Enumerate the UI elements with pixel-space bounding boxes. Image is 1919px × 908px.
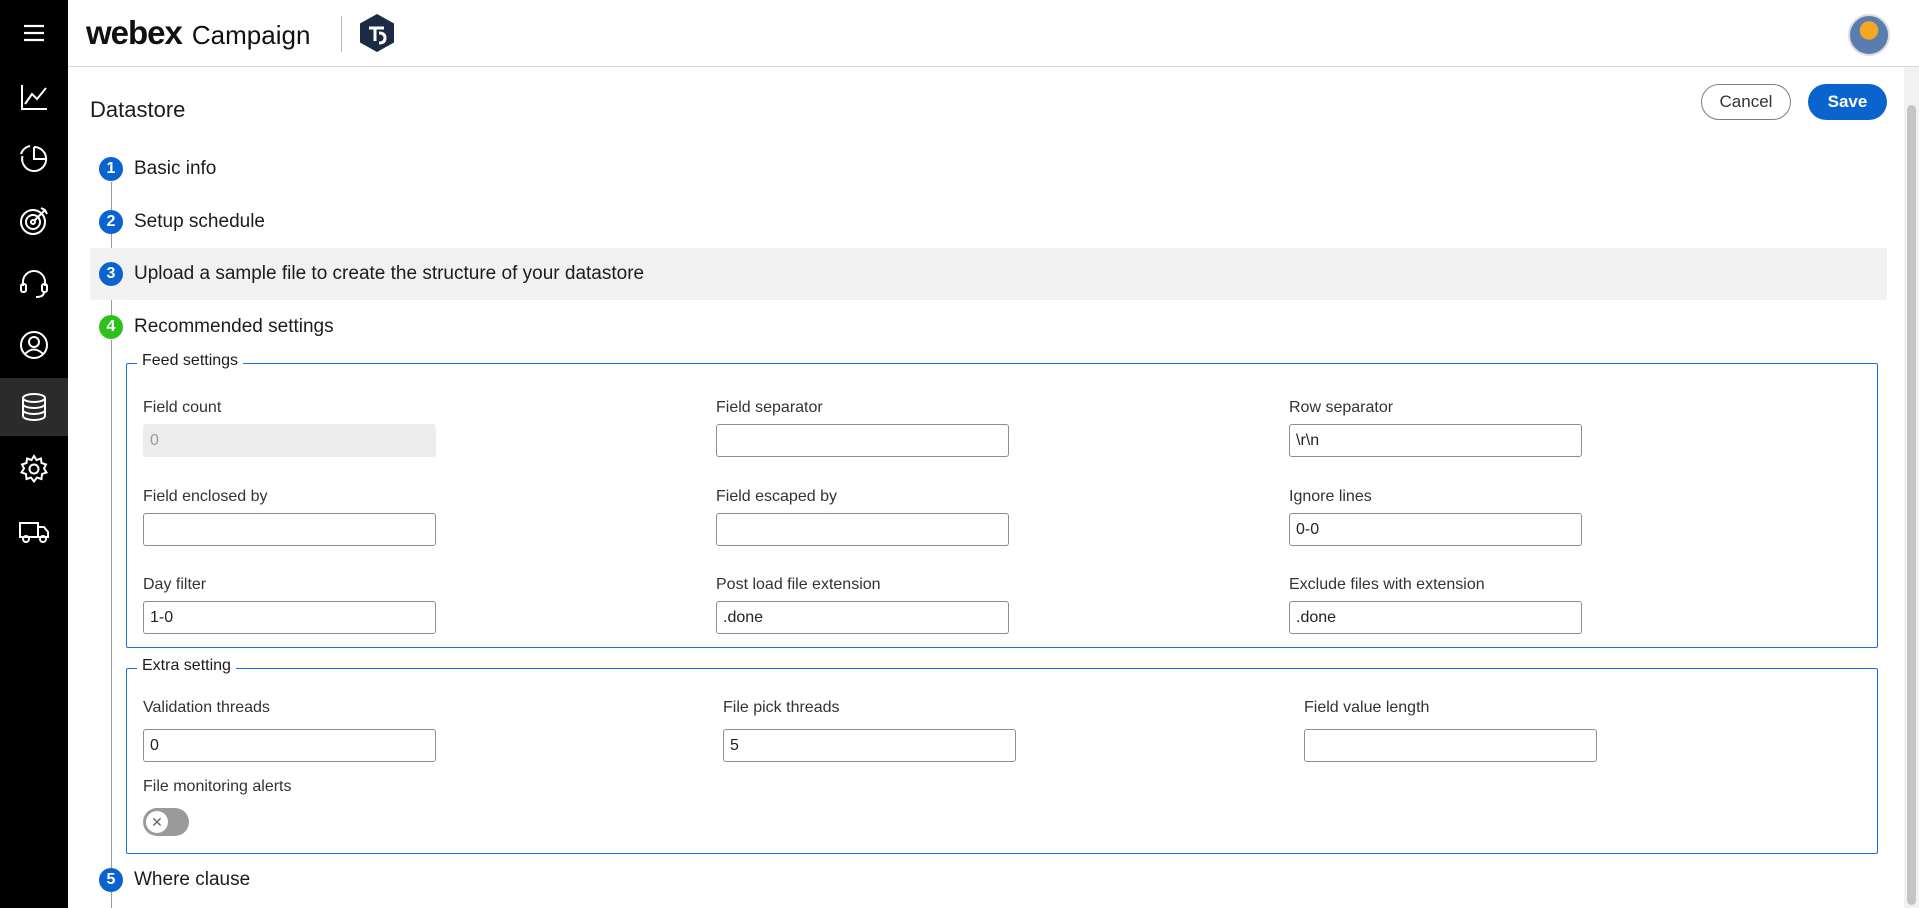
step-basic-info[interactable]: 1 Basic info [90,143,1887,195]
field-separator-input[interactable] [716,424,1009,457]
validation-threads-label: Validation threads [143,699,270,716]
post-load-extension-label: Post load file extension [716,576,881,593]
step-setup-schedule[interactable]: 2 Setup schedule [90,196,1887,248]
top-bar: webex Campaign [68,0,1919,67]
step-label: Basic info [134,158,217,179]
headset-icon[interactable] [0,254,68,312]
field-escaped-by-label: Field escaped by [716,488,837,505]
gear-icon[interactable] [0,440,68,498]
field-value-length-input[interactable] [1304,729,1597,762]
file-pick-threads-input[interactable]: 5 [723,729,1016,762]
post-load-extension-input[interactable]: .done [716,601,1009,634]
day-filter-input[interactable]: 1-0 [143,601,436,634]
step-label: Where clause [134,869,251,890]
step-number: 5 [99,868,123,892]
feed-settings-legend: Feed settings [137,352,244,370]
pie-chart-icon[interactable] [0,130,68,188]
extra-setting-legend: Extra setting [137,657,236,675]
field-separator-label: Field separator [716,399,823,416]
field-enclosed-by-label: Field enclosed by [143,488,268,505]
step-number: 2 [99,210,123,234]
tenant-logo-icon [360,14,394,52]
page-title: Datastore [90,97,186,122]
step-where-clause[interactable]: 5 Where clause [90,854,1887,906]
scrollbar-thumb[interactable] [1907,105,1916,905]
field-value-length-label: Field value length [1304,699,1430,716]
cancel-button[interactable]: Cancel [1701,84,1791,120]
day-filter-label: Day filter [143,576,207,593]
step-label: Recommended settings [134,316,334,337]
ignore-lines-input[interactable]: 0-0 [1289,513,1582,546]
target-icon[interactable] [0,192,68,250]
brand[interactable]: webex Campaign [86,14,310,52]
file-monitoring-alerts-label: File monitoring alerts [143,778,292,795]
main-content: Datastore Cancel Save 1 Basic info 2 Set… [68,67,1904,908]
stepper-connector [111,340,112,908]
field-count-input: 0 [143,424,436,457]
close-icon: ✕ [146,811,168,833]
brand-name: webex [86,14,183,51]
step-label: Setup schedule [134,211,265,232]
brand-divider [341,16,342,52]
exclude-extension-label: Exclude files with extension [1289,576,1485,593]
product-name: Campaign [191,20,311,50]
sidebar [0,0,68,908]
extra-setting-group: Extra setting Validation threads 0 File … [126,657,1878,854]
file-pick-threads-label: File pick threads [723,699,840,716]
truck-icon[interactable] [0,502,68,560]
database-icon[interactable] [0,378,68,436]
field-enclosed-by-input[interactable] [143,513,436,546]
avatar[interactable] [1848,14,1890,56]
step-recommended-settings[interactable]: 4 Recommended settings [90,301,1887,353]
step-label: Upload a sample file to create the struc… [134,263,645,284]
row-separator-label: Row separator [1289,399,1394,416]
feed-settings-group: Feed settings Field count 0 Field separa… [126,352,1878,648]
step-number: 4 [99,315,123,339]
analytics-chart-icon[interactable] [0,68,68,126]
field-escaped-by-input[interactable] [716,513,1009,546]
user-profile-icon[interactable] [0,316,68,374]
ignore-lines-label: Ignore lines [1289,488,1372,505]
validation-threads-input[interactable]: 0 [143,729,436,762]
file-monitoring-alerts-toggle[interactable]: ✕ [143,808,189,836]
save-button[interactable]: Save [1808,84,1887,120]
menu-icon[interactable] [0,4,68,62]
row-separator-input[interactable]: \r\n [1289,424,1582,457]
step-number: 1 [99,157,123,181]
step-upload-sample-file[interactable]: 3 Upload a sample file to create the str… [90,248,1887,300]
exclude-extension-input[interactable]: .done [1289,601,1582,634]
field-count-label: Field count [143,399,222,416]
step-number: 3 [99,262,123,286]
